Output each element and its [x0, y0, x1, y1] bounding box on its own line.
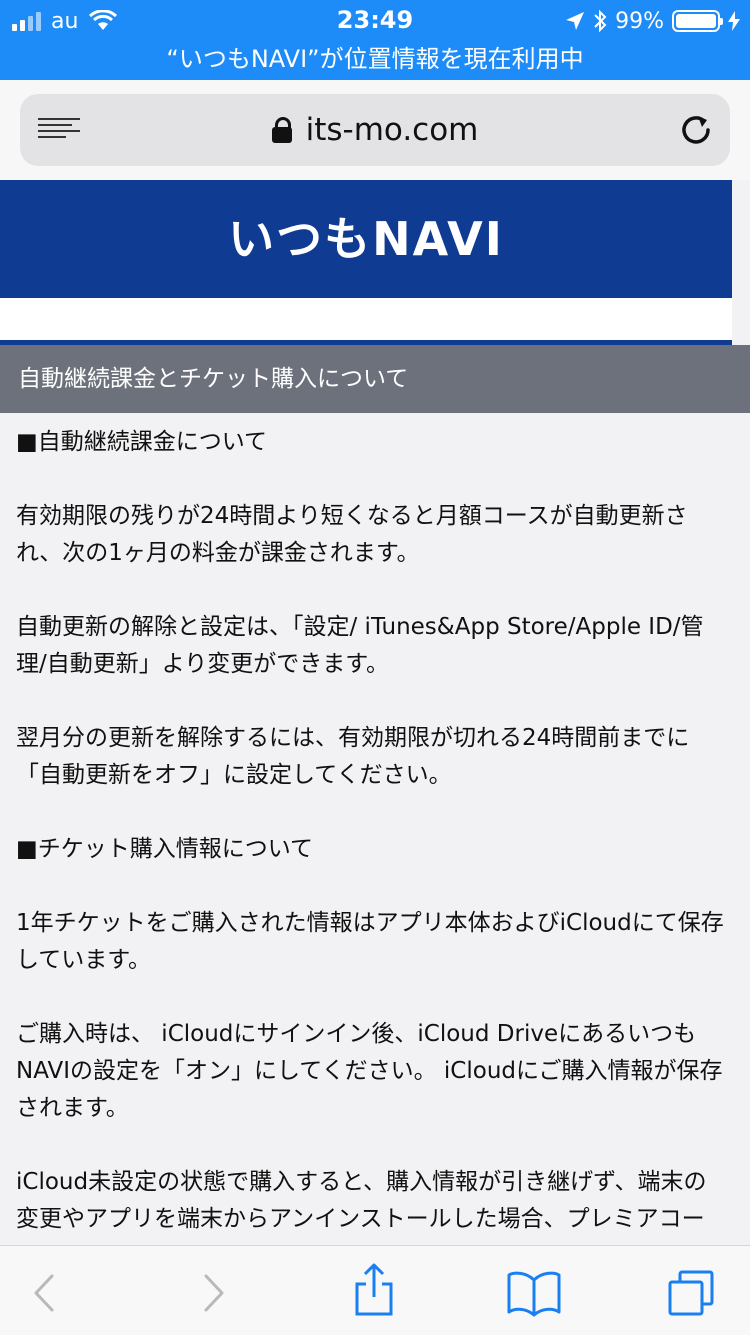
paragraph: ご購入時は、 iCloudにサインイン後、iCloud DriveにあるいつもN… [16, 1021, 723, 1121]
section-title: 自動継続課金とチケット購入について [0, 345, 750, 413]
banner-spacer [0, 298, 732, 340]
site-logo[interactable]: いつもNAVI [0, 180, 732, 298]
address-bar[interactable]: its-mo.com [20, 94, 730, 166]
url-display[interactable]: its-mo.com [20, 94, 730, 166]
status-right: 99% [565, 6, 740, 36]
site-header-banner: いつもNAVI [0, 180, 732, 298]
reload-icon[interactable] [678, 112, 714, 148]
browser-address-area: its-mo.com [0, 80, 750, 180]
paragraph: 1年チケットをご購入された情報はアプリ本体およびiCloudにて保存しています。 [16, 910, 724, 973]
back-icon[interactable] [20, 1268, 70, 1318]
browser-toolbar [0, 1245, 750, 1335]
charging-icon [728, 11, 740, 31]
bookmarks-icon[interactable] [506, 1268, 562, 1318]
paragraph: iCloud未設定の状態で購入すると、購入情報が引き継げず、端末の変更やアプリを… [16, 1169, 707, 1232]
heading-ticket-info: ■チケット購入情報について [16, 836, 314, 862]
tabs-icon[interactable] [666, 1268, 716, 1318]
heading-auto-renewal: ■自動継続課金について [16, 429, 268, 455]
location-arrow-icon [566, 12, 585, 30]
forward-icon[interactable] [188, 1268, 238, 1318]
page-content: ■自動継続課金について 有効期限の残りが24時間より短くなると月額コースが自動更… [16, 424, 726, 1275]
share-icon[interactable] [349, 1262, 399, 1318]
url-text: its-mo.com [305, 112, 479, 148]
paragraph: 有効期限の残りが24時間より短くなると月額コースが自動更新され、次の1ヶ月の料金… [16, 503, 688, 566]
lock-icon [271, 117, 292, 143]
status-bar: au 23:49 99% “いつもNAVI”が位置情報を現在利用中 [0, 0, 750, 80]
bluetooth-icon [594, 9, 607, 33]
paragraph: 翌月分の更新を解除するには、有効期限が切れる24時間前までに「自動更新をオフ」に… [16, 725, 690, 788]
battery-icon [672, 10, 723, 32]
location-usage-banner[interactable]: “いつもNAVI”が位置情報を現在利用中 [0, 40, 750, 80]
battery-percent: 99% [615, 8, 664, 34]
paragraph: 自動更新の解除と設定は、「設定/ iTunes&App Store/Apple … [16, 614, 704, 677]
page-edge [732, 180, 750, 345]
